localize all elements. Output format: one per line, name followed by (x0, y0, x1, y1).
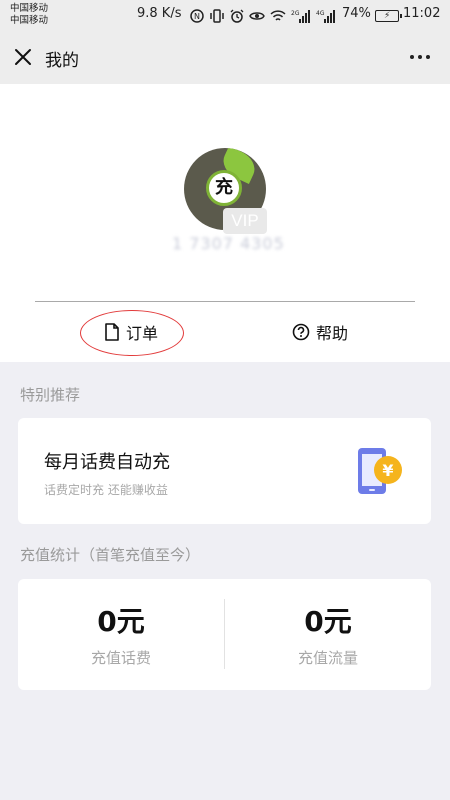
network-2-text: 4G (316, 10, 325, 17)
carrier-2: 中国移动 (10, 15, 49, 26)
more-dot-icon (418, 55, 422, 59)
recommend-section-title: 特别推荐 (20, 386, 81, 404)
stats-card: 0元 充值话费 0元 充值流量 (18, 579, 431, 690)
vip-badge: VIP (223, 208, 267, 234)
status-bar: 中国移动 中国移动 9.8 K/s N 2G 4G 74% ⚡ 11:02 (0, 0, 450, 32)
close-icon (15, 49, 31, 65)
signal-4g-icon: 4G (316, 10, 335, 23)
stat-label: 充值话费 (90, 649, 151, 667)
profile-card: 充 VIP 1 7307 4305 订单 帮助 (0, 84, 450, 362)
svg-text:N: N (194, 12, 200, 21)
auto-topup-card[interactable]: 每月话费自动充 话费定时充 还能赚收益 ¥ (18, 418, 431, 524)
close-button[interactable] (12, 46, 34, 68)
carrier-1: 中国移动 (10, 3, 49, 14)
stat-value: 0元 (304, 605, 352, 638)
eye-icon (249, 12, 265, 20)
vibrate-icon (210, 9, 224, 23)
divider (35, 301, 415, 302)
phone-number: 1 7307 4305 (172, 234, 285, 253)
more-dot-icon (426, 55, 430, 59)
stat-data-traffic: 0元 充值流量 (225, 605, 431, 668)
svg-text:¥: ¥ (382, 461, 393, 480)
auto-topup-title: 每月话费自动充 (44, 452, 170, 473)
help-label: 帮助 (316, 324, 349, 343)
more-dot-icon (410, 55, 414, 59)
clock: 11:02 (403, 6, 441, 21)
signal-2g-icon: 2G (291, 10, 310, 23)
nav-bar: 我的 (0, 32, 450, 84)
more-menu-button[interactable] (410, 55, 430, 59)
document-icon (105, 323, 119, 341)
carrier-labels: 中国移动 中国移动 (10, 3, 48, 27)
page-title: 我的 (45, 51, 79, 71)
orders-button[interactable]: 订单 (104, 320, 158, 344)
battery-icon: ⚡ (375, 10, 402, 22)
auto-topup-subtitle: 话费定时充 还能赚收益 (44, 483, 168, 497)
help-button[interactable]: 帮助 (292, 320, 348, 344)
stat-label: 充值流量 (297, 649, 358, 667)
orders-label: 订单 (126, 324, 159, 343)
battery-percent: 74% (342, 6, 371, 21)
network-1-text: 2G (291, 10, 300, 17)
stats-section-title: 充值统计（首笔充值至今） (20, 546, 201, 564)
avatar-logo: 充 (206, 170, 242, 206)
net-speed: 9.8 K/s (137, 6, 182, 21)
status-icons: N 2G 4G (190, 6, 336, 26)
nfc-icon: N (190, 9, 204, 23)
wifi-icon (270, 9, 286, 21)
stat-value: 0元 (97, 605, 145, 638)
stat-phone-credit: 0元 充值话费 (18, 605, 224, 668)
phone-yen-icon: ¥ (358, 448, 402, 494)
alarm-icon (230, 9, 244, 23)
help-icon (292, 323, 310, 341)
